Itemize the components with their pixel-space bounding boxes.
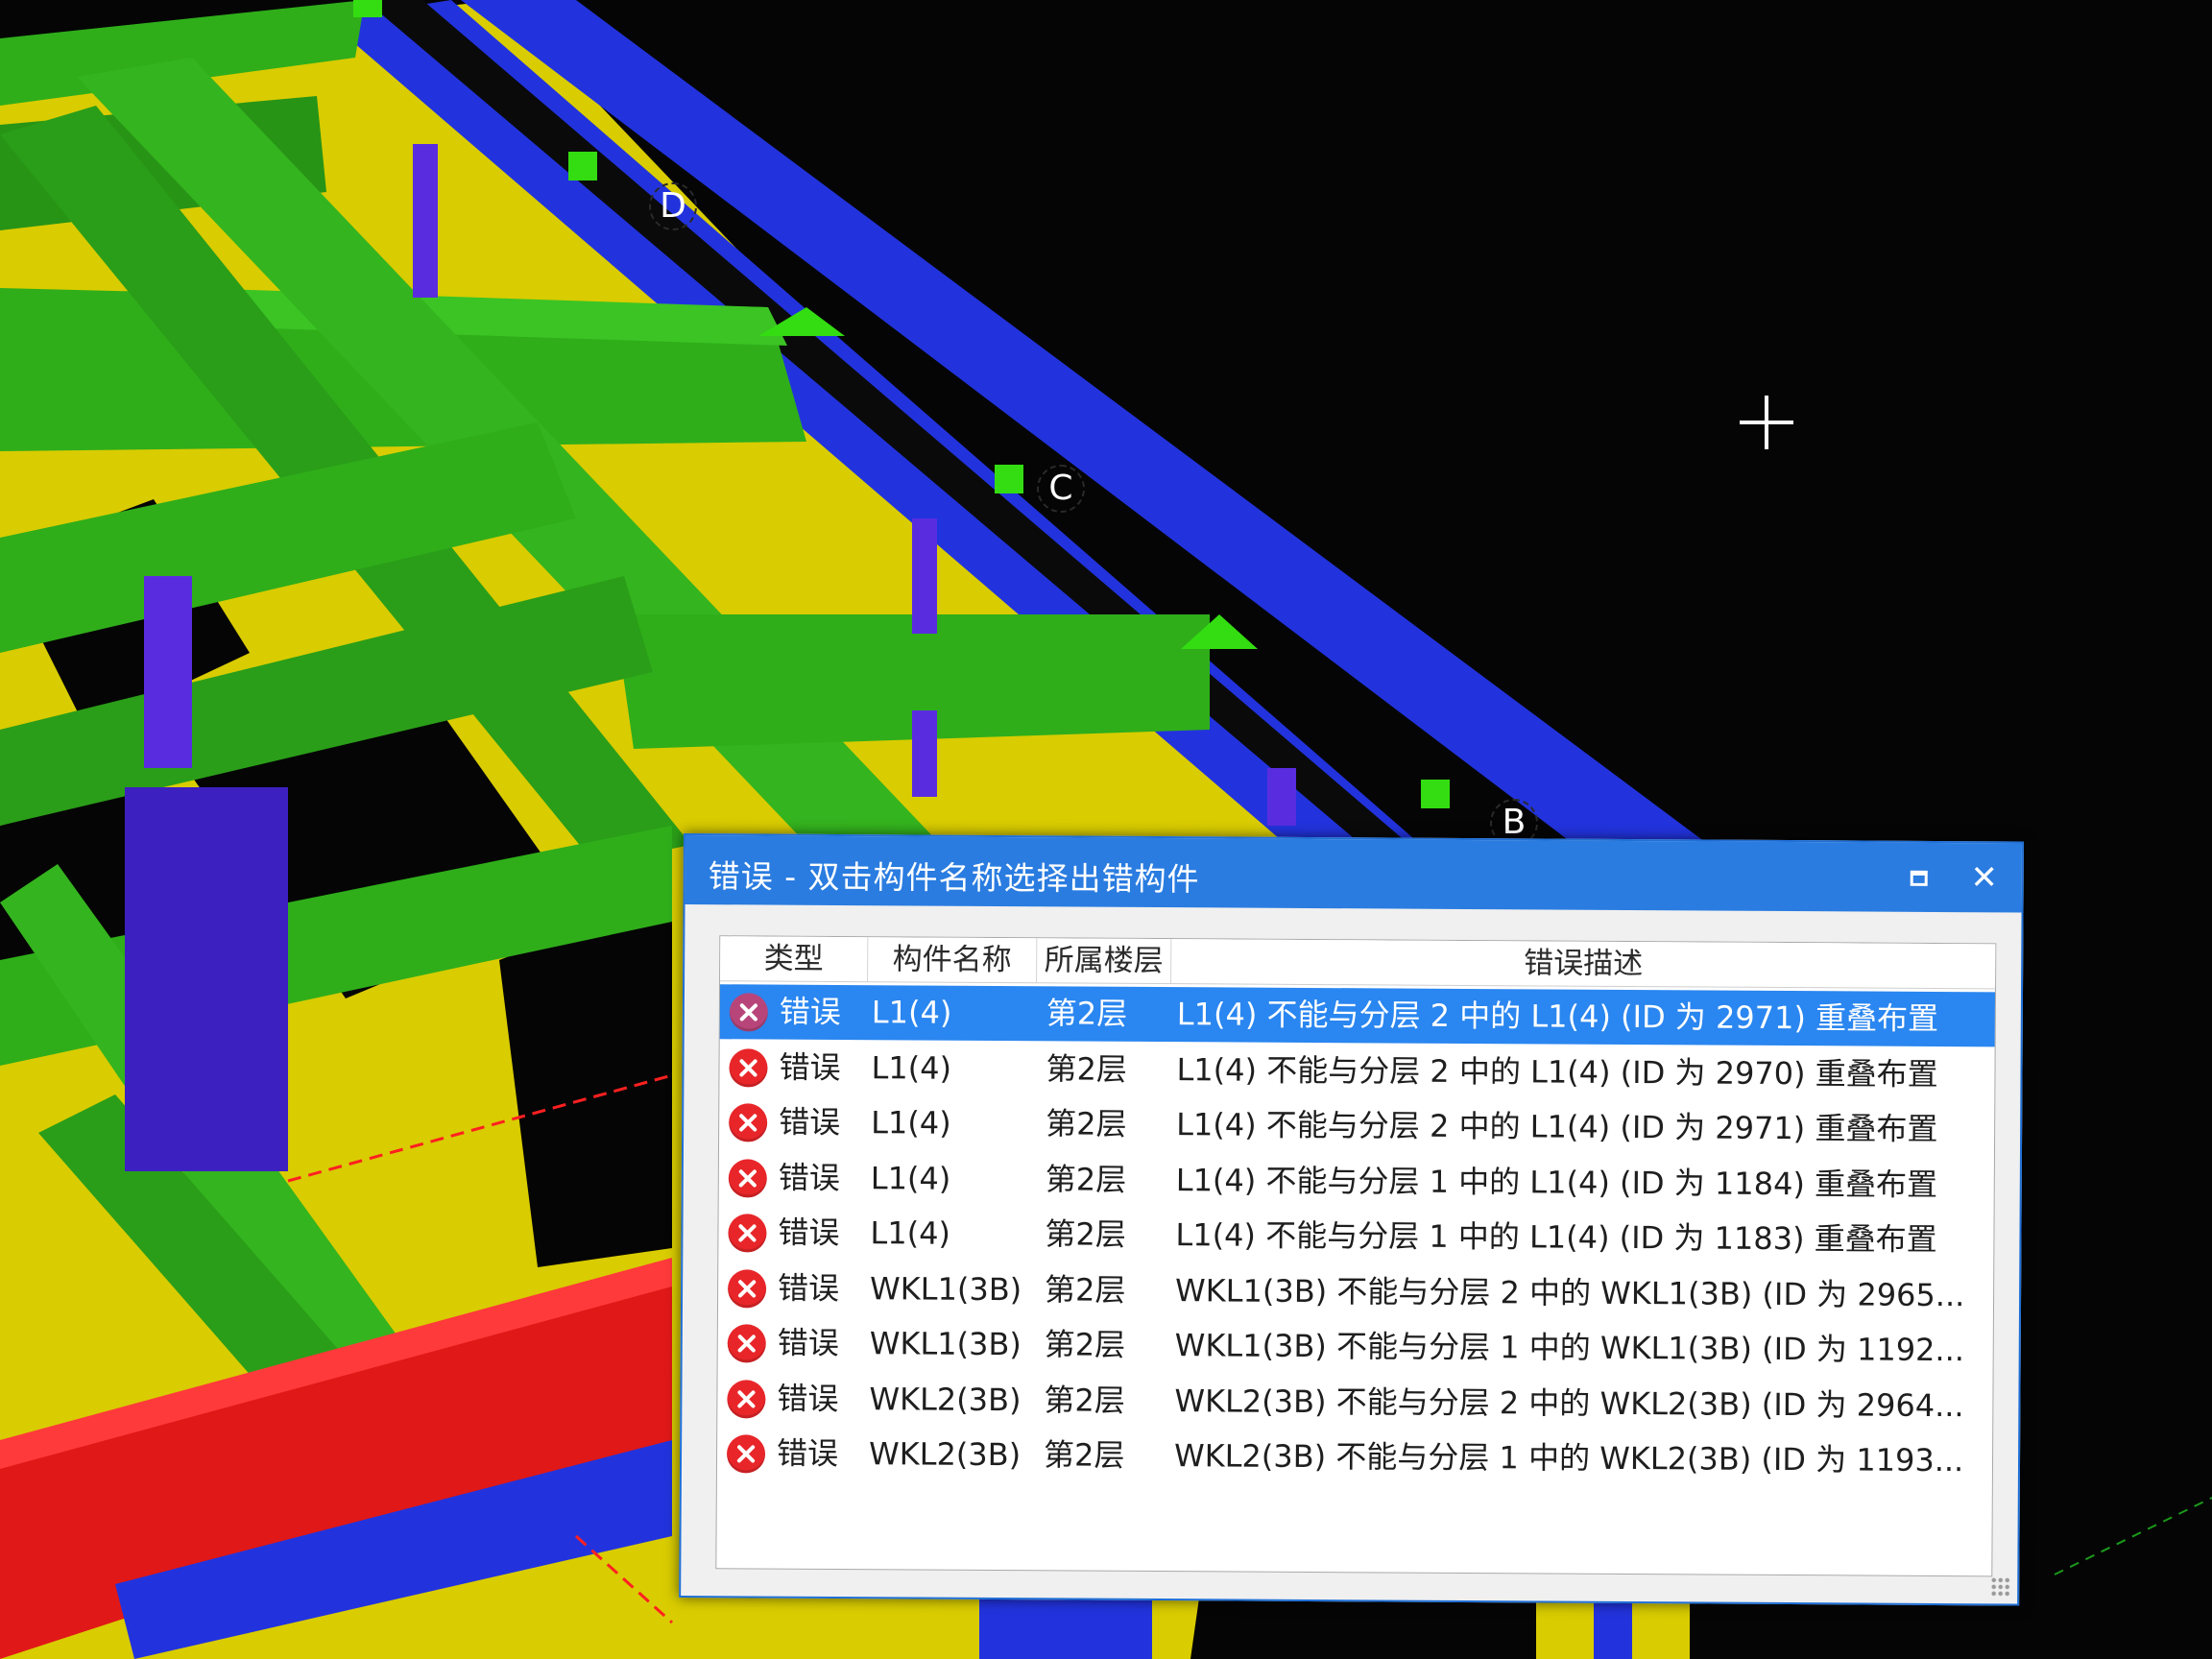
cell-floor: 第2层: [1046, 1049, 1128, 1088]
cell-description: WKL1(3B) 不能与分层 1 中的 WKL1(3B) (ID 为 1192.…: [1174, 1327, 1965, 1369]
cell-component-name[interactable]: L1(4): [871, 1151, 1034, 1207]
error-icon: [729, 993, 768, 1032]
maximize-button[interactable]: [1897, 856, 1941, 899]
error-icon: [729, 1047, 768, 1088]
grid-axis-label-d: D: [649, 182, 697, 230]
grip-marker[interactable]: [353, 0, 382, 17]
error-list[interactable]: 类型 构件名称 所属楼层 错误描述 错误 L1(4) 第2层 L1(4) 不能与分层 …: [715, 935, 1997, 1577]
list-header: 类型 构件名称 所属楼层 错误描述: [720, 936, 1996, 990]
cell-type: 错误: [779, 1103, 841, 1142]
cell-floor: 第2层: [1045, 1215, 1126, 1253]
cell-component-name[interactable]: WKL1(3B): [870, 1262, 1033, 1317]
cell-floor: 第2层: [1043, 1436, 1125, 1474]
cell-type: 错误: [778, 1214, 840, 1251]
grip-marker[interactable]: [1421, 780, 1450, 808]
table-row[interactable]: 错误 L1(4) 第2层 L1(4) 不能与分层 2 中的 L1(4) (ID 为 2…: [719, 1094, 1994, 1157]
table-row[interactable]: 错误 WKL2(3B) 第2层 WKL2(3B) 不能与分层 1 中的 WKL2(3B…: [717, 1426, 1992, 1488]
error-icon: [728, 1214, 767, 1253]
error-icon: [729, 1103, 768, 1142]
column: [413, 144, 438, 298]
grid-line: [2054, 1497, 2212, 1575]
error-dialog[interactable]: 错误 - 双击构件名称选择出错构件 ✕ 类型 构件名称 所属楼层 错误描述 错误…: [679, 833, 2024, 1606]
cell-description: L1(4) 不能与分层 2 中的 L1(4) (ID 为 2971) 重叠布置: [1176, 1106, 1938, 1147]
maximize-icon: [1910, 870, 1928, 886]
column-header-floor[interactable]: 所属楼层: [1037, 938, 1172, 984]
table-row[interactable]: 错误 L1(4) 第2层 L1(4) 不能与分层 1 中的 L1(4) (ID 为 1…: [719, 1150, 1994, 1213]
column: [912, 710, 937, 797]
column: [144, 576, 192, 768]
cell-floor: 第2层: [1044, 1381, 1125, 1419]
error-icon: [728, 1158, 767, 1198]
cell-description: L1(4) 不能与分层 1 中的 L1(4) (ID 为 1184) 重叠布置: [1175, 1161, 1938, 1203]
table-row[interactable]: 错误 WKL1(3B) 第2层 WKL1(3B) 不能与分层 2 中的 WKL1(3B…: [718, 1261, 1993, 1323]
grid-axis-label-c: C: [1037, 465, 1085, 513]
column-header-description[interactable]: 错误描述: [1171, 939, 1995, 988]
dialog-title: 错误 - 双击构件名称选择出错构件: [708, 857, 1200, 899]
dialog-titlebar[interactable]: 错误 - 双击构件名称选择出错构件 ✕: [685, 835, 2022, 913]
error-icon: [726, 1434, 766, 1474]
cell-component-name[interactable]: WKL2(3B): [869, 1372, 1032, 1428]
cell-type: 错误: [777, 1324, 839, 1361]
table-row[interactable]: 错误 L1(4) 第2层 L1(4) 不能与分层 2 中的 L1(4) (ID 为 2…: [719, 1040, 1994, 1102]
cell-component-name[interactable]: L1(4): [870, 1206, 1033, 1262]
cell-description: L1(4) 不能与分层 2 中的 L1(4) (ID 为 2970) 重叠布置: [1176, 1050, 1938, 1093]
error-icon: [727, 1324, 766, 1363]
cell-description: WKL2(3B) 不能与分层 2 中的 WKL2(3B) (ID 为 2964.…: [1174, 1382, 1964, 1424]
table-row[interactable]: 错误 WKL1(3B) 第2层 WKL1(3B) 不能与分层 1 中的 WKL1(3B…: [718, 1315, 1993, 1378]
grip-marker[interactable]: [995, 465, 1023, 493]
column-header-name[interactable]: 构件名称: [868, 937, 1038, 983]
column-header-type[interactable]: 类型: [720, 936, 869, 982]
cell-type: 错误: [779, 993, 841, 1031]
column: [912, 518, 937, 634]
cell-component-name[interactable]: L1(4): [872, 985, 1035, 1041]
cell-floor: 第2层: [1044, 1270, 1126, 1309]
close-button[interactable]: ✕: [1962, 856, 2007, 899]
cell-component-name[interactable]: L1(4): [871, 1041, 1034, 1096]
error-icon: [727, 1379, 766, 1419]
cell-type: 错误: [778, 1159, 840, 1196]
column: [1267, 768, 1296, 826]
grip-marker[interactable]: [568, 152, 597, 180]
cell-floor: 第2层: [1045, 1160, 1127, 1198]
cell-floor: 第2层: [1046, 995, 1128, 1032]
cell-component-name[interactable]: L1(4): [871, 1095, 1034, 1151]
resize-grip[interactable]: [1990, 1576, 2012, 1599]
table-row[interactable]: 错误 L1(4) 第2层 L1(4) 不能与分层 2 中的 L1(4) (ID 为 2…: [719, 984, 1996, 1047]
cell-description: L1(4) 不能与分层 1 中的 L1(4) (ID 为 1183) 重叠布置: [1175, 1216, 1937, 1258]
cell-floor: 第2层: [1046, 1105, 1127, 1142]
cell-component-name[interactable]: WKL1(3B): [870, 1316, 1033, 1372]
cell-type: 错误: [777, 1269, 840, 1307]
error-icon: [727, 1268, 767, 1309]
cell-description: WKL1(3B) 不能与分层 2 中的 WKL1(3B) (ID 为 2965.…: [1174, 1271, 1965, 1313]
cell-type: 错误: [777, 1380, 839, 1417]
cell-floor: 第2层: [1044, 1326, 1126, 1363]
column: [125, 787, 288, 1171]
close-icon: ✕: [1970, 858, 1999, 898]
cell-component-name[interactable]: WKL2(3B): [869, 1427, 1032, 1482]
cell-description: WKL2(3B) 不能与分层 1 中的 WKL2(3B) (ID 为 1193.…: [1173, 1437, 1964, 1479]
table-row[interactable]: 错误 L1(4) 第2层 L1(4) 不能与分层 1 中的 L1(4) (ID 为 1…: [718, 1205, 1993, 1267]
cell-description: L1(4) 不能与分层 2 中的 L1(4) (ID 为 2971) 重叠布置: [1176, 996, 1939, 1037]
cell-type: 错误: [776, 1434, 839, 1472]
beam-blue: [979, 1594, 1152, 1659]
cell-type: 错误: [779, 1048, 841, 1086]
table-row[interactable]: 错误 WKL2(3B) 第2层 WKL2(3B) 不能与分层 2 中的 WKL2(3B…: [717, 1371, 1992, 1433]
crosshair-cursor: [1740, 396, 1793, 449]
